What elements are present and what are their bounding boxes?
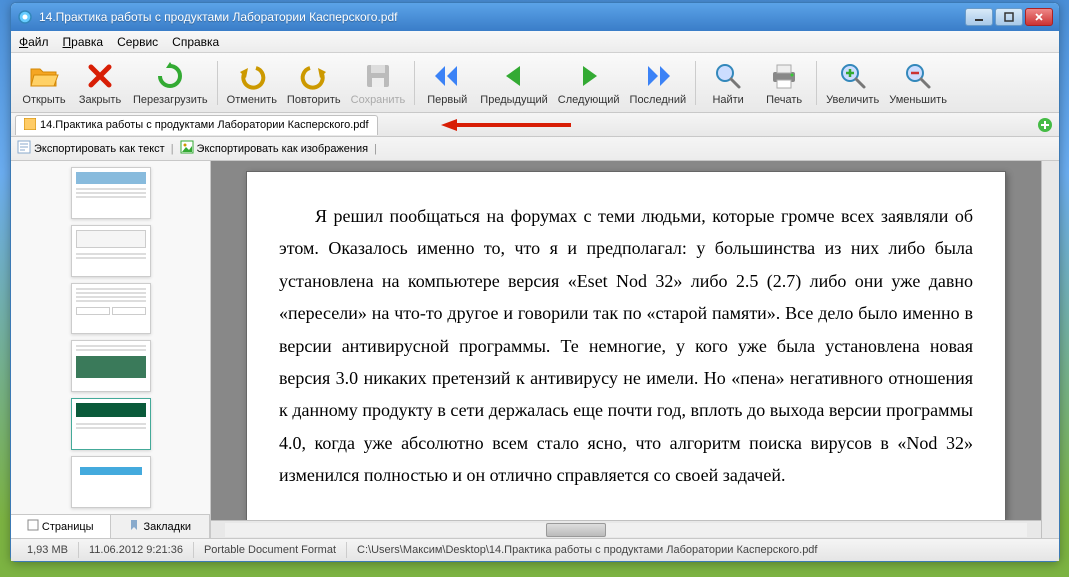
zoom-out-icon: [902, 60, 934, 92]
page-thumbnail[interactable]: [71, 167, 151, 219]
toolbar-divider: |: [171, 143, 174, 155]
menubar: Файл Правка Сервис Справка: [11, 31, 1059, 53]
zoom-in-icon: [837, 60, 869, 92]
next-page-button[interactable]: Следующий: [554, 58, 624, 108]
side-panel: Страницы Закладки: [11, 161, 211, 538]
menu-edit[interactable]: Правка: [63, 35, 104, 49]
open-button[interactable]: Открыть: [17, 58, 71, 108]
page-thumbnail[interactable]: [71, 340, 151, 392]
titlebar[interactable]: 14.Практика работы с продуктами Лаборато…: [11, 3, 1059, 31]
pdf-icon: [24, 118, 36, 133]
thumbnail-list[interactable]: [11, 161, 210, 514]
zoom-out-button[interactable]: Уменьшить: [885, 58, 951, 108]
document-scroll[interactable]: Я решил пообщаться на форумах с теми люд…: [211, 161, 1041, 520]
main-toolbar: Открыть Закрыть Перезагрузить Отменить П…: [11, 53, 1059, 113]
status-format: Portable Document Format: [194, 542, 347, 558]
first-page-button[interactable]: Первый: [420, 58, 474, 108]
bookmarks-tab[interactable]: Закладки: [111, 515, 211, 538]
menu-file[interactable]: Файл: [19, 35, 49, 49]
app-window: 14.Практика работы с продуктами Лаборато…: [10, 2, 1060, 562]
annotation-arrow: [441, 117, 571, 136]
undo-button[interactable]: Отменить: [223, 58, 281, 108]
zoom-in-button[interactable]: Увеличить: [822, 58, 883, 108]
toolbar-separator: [414, 61, 415, 105]
document-text: Я решил пообщаться на форумах с теми люд…: [279, 200, 973, 492]
statusbar: 1,93 MB 11.06.2012 9:21:36 Portable Docu…: [11, 539, 1059, 561]
pages-icon: [27, 519, 39, 534]
tab-label: 14.Практика работы с продуктами Лаборато…: [40, 119, 369, 131]
export-text-button[interactable]: Экспортировать как текст: [17, 140, 165, 157]
save-icon: [362, 60, 394, 92]
prev-page-button[interactable]: Предыдущий: [476, 58, 551, 108]
menu-tools[interactable]: Сервис: [117, 35, 158, 49]
close-button[interactable]: [1025, 8, 1053, 26]
new-tab-button[interactable]: [1037, 117, 1053, 133]
page-thumbnail[interactable]: [71, 283, 151, 335]
horizontal-scrollbar[interactable]: [211, 520, 1041, 538]
first-icon: [431, 60, 463, 92]
toolbar-separator: [217, 61, 218, 105]
status-date: 11.06.2012 9:21:36: [79, 542, 194, 558]
page-thumbnail[interactable]: [71, 225, 151, 277]
pages-tab[interactable]: Страницы: [11, 515, 111, 538]
bookmark-icon: [128, 519, 140, 534]
maximize-button[interactable]: [995, 8, 1023, 26]
minimize-button[interactable]: [965, 8, 993, 26]
reload-button[interactable]: Перезагрузить: [129, 58, 212, 108]
folder-open-icon: [28, 60, 60, 92]
page-thumbnail[interactable]: [71, 456, 151, 508]
toolbar-separator: [816, 61, 817, 105]
print-icon: [768, 60, 800, 92]
export-toolbar: Экспортировать как текст | Экспортироват…: [11, 137, 1059, 161]
status-filesize: 1,93 MB: [17, 542, 79, 558]
toolbar-separator: [695, 61, 696, 105]
export-text-icon: [17, 140, 31, 157]
close-doc-button[interactable]: Закрыть: [73, 58, 127, 108]
last-page-button[interactable]: Последний: [626, 58, 691, 108]
prev-icon: [498, 60, 530, 92]
document-page: Я решил пообщаться на форумах с теми люд…: [246, 171, 1006, 520]
page-thumbnail[interactable]: [71, 398, 151, 450]
search-icon: [712, 60, 744, 92]
window-title: 14.Практика работы с продуктами Лаборато…: [39, 10, 965, 24]
next-icon: [573, 60, 605, 92]
side-tabs: Страницы Закладки: [11, 514, 210, 538]
status-path: C:\Users\Максим\Desktop\14.Практика рабо…: [347, 542, 1053, 558]
vertical-scrollbar[interactable]: [1041, 161, 1059, 538]
print-button[interactable]: Печать: [757, 58, 811, 108]
app-icon: [17, 9, 33, 25]
last-icon: [642, 60, 674, 92]
document-tabs: 14.Практика работы с продуктами Лаборато…: [11, 113, 1059, 137]
content-area: Страницы Закладки Я решил пообщаться на …: [11, 161, 1059, 539]
find-button[interactable]: Найти: [701, 58, 755, 108]
redo-button[interactable]: Повторить: [283, 58, 345, 108]
export-images-button[interactable]: Экспортировать как изображения: [180, 140, 369, 157]
undo-icon: [236, 60, 268, 92]
reload-icon: [154, 60, 186, 92]
redo-icon: [298, 60, 330, 92]
export-images-icon: [180, 140, 194, 157]
document-view: Я решил пообщаться на форумах с теми люд…: [211, 161, 1041, 538]
toolbar-divider: |: [374, 143, 377, 155]
scroll-thumb[interactable]: [546, 523, 606, 537]
save-button: Сохранить: [347, 58, 410, 108]
close-x-icon: [84, 60, 116, 92]
document-tab[interactable]: 14.Практика работы с продуктами Лаборато…: [15, 115, 378, 135]
menu-help[interactable]: Справка: [172, 35, 219, 49]
